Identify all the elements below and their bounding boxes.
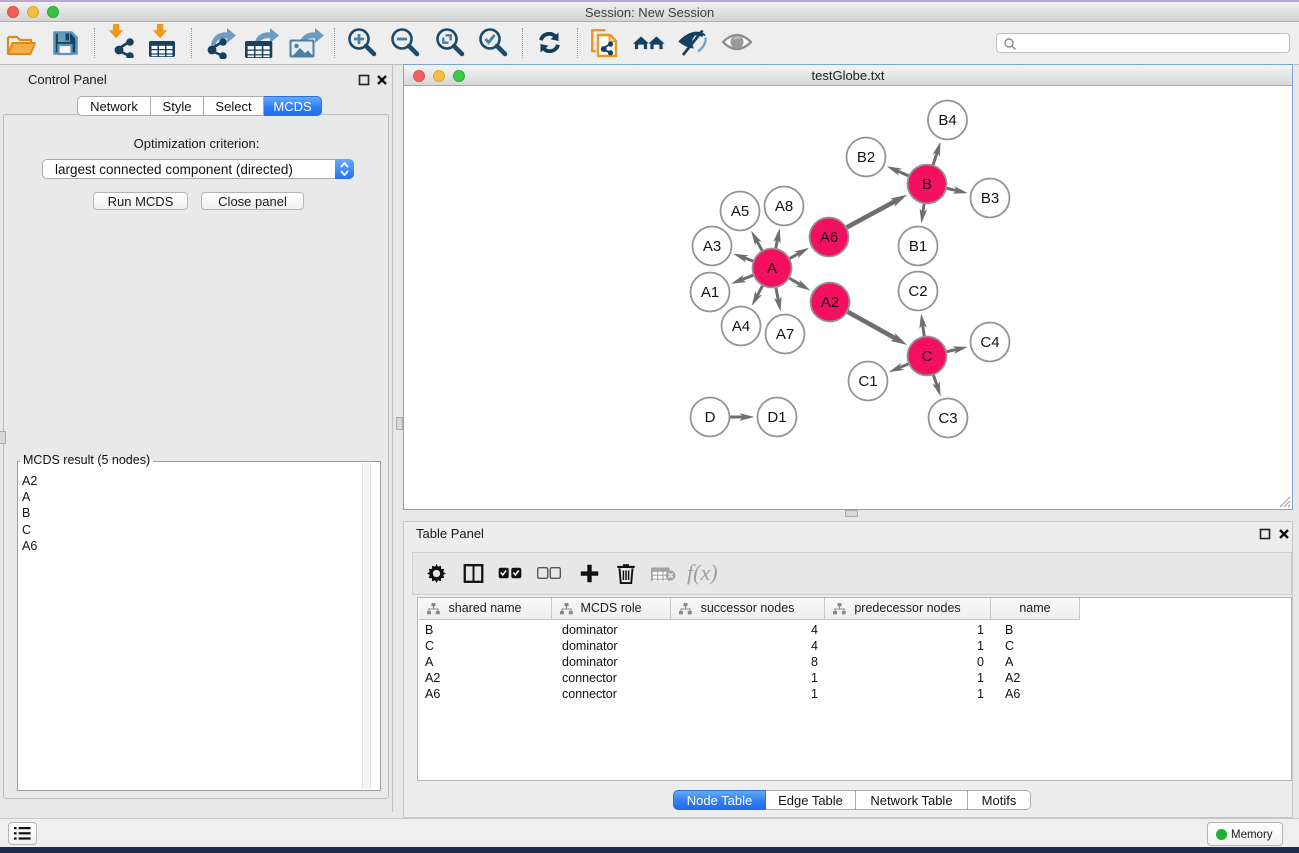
- svg-text:B3: B3: [981, 190, 999, 207]
- svg-text:C: C: [922, 348, 933, 365]
- svg-text:D1: D1: [767, 409, 786, 426]
- svg-text:A: A: [767, 260, 777, 277]
- svg-text:A4: A4: [732, 318, 750, 335]
- svg-text:C2: C2: [908, 283, 927, 300]
- svg-text:A2: A2: [821, 294, 839, 311]
- svg-text:B: B: [922, 176, 932, 193]
- svg-text:A1: A1: [701, 284, 719, 301]
- svg-text:A7: A7: [776, 326, 794, 343]
- svg-text:A3: A3: [703, 238, 721, 255]
- svg-text:B2: B2: [857, 149, 875, 166]
- svg-text:C4: C4: [980, 334, 999, 351]
- svg-text:A6: A6: [820, 229, 838, 246]
- svg-text:C3: C3: [938, 410, 957, 427]
- svg-text:B1: B1: [909, 238, 927, 255]
- svg-text:A8: A8: [775, 198, 793, 215]
- svg-text:D: D: [705, 409, 716, 426]
- svg-text:B4: B4: [938, 112, 956, 129]
- svg-text:C1: C1: [858, 373, 877, 390]
- svg-text:A5: A5: [731, 203, 749, 220]
